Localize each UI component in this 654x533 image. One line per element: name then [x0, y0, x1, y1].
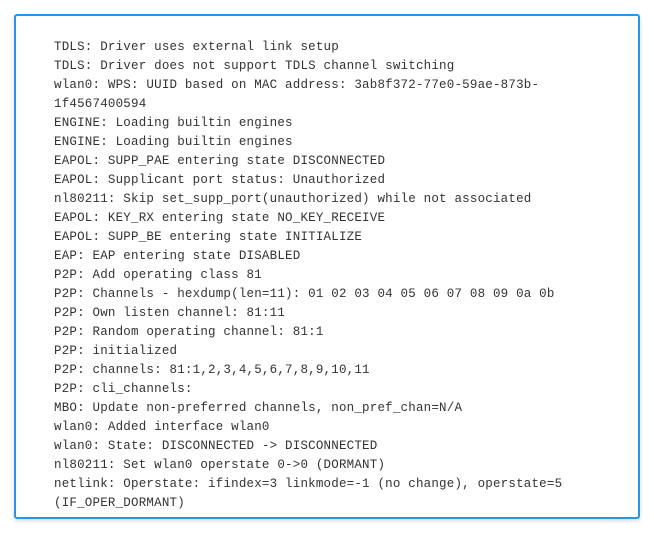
log-line: P2P: initialized — [54, 342, 616, 361]
log-line: MBO: Update non-preferred channels, non_… — [54, 399, 616, 418]
log-line: netlink: Operstate: ifindex=3 linkmode=-… — [54, 475, 616, 513]
log-line: EAPOL: SUPP_BE entering state INITIALIZE — [54, 228, 616, 247]
log-line: EAP: EAP entering state DISABLED — [54, 247, 616, 266]
log-line: wlan0: Added interface wlan0 — [54, 418, 616, 437]
log-line: P2P: Random operating channel: 81:1 — [54, 323, 616, 342]
log-line: ENGINE: Loading builtin engines — [54, 114, 616, 133]
log-line: TDLS: Driver uses external link setup — [54, 38, 616, 57]
log-line: P2P: cli_channels: — [54, 380, 616, 399]
log-line: P2P: Add operating class 81 — [54, 266, 616, 285]
log-line: EAPOL: SUPP_PAE entering state DISCONNEC… — [54, 152, 616, 171]
log-line: EAPOL: KEY_RX entering state NO_KEY_RECE… — [54, 209, 616, 228]
log-line: P2P: channels: 81:1,2,3,4,5,6,7,8,9,10,1… — [54, 361, 616, 380]
log-line: ENGINE: Loading builtin engines — [54, 133, 616, 152]
terminal-output: TDLS: Driver uses external link setup TD… — [14, 14, 640, 519]
log-line: nl80211: Set wlan0 operstate 0->0 (DORMA… — [54, 456, 616, 475]
log-line: P2P: Channels - hexdump(len=11): 01 02 0… — [54, 285, 616, 304]
log-line: TDLS: Driver does not support TDLS chann… — [54, 57, 616, 76]
log-line: wlan0: WPS: UUID based on MAC address: 3… — [54, 76, 616, 114]
log-line: EAPOL: Supplicant port status: Unauthori… — [54, 171, 616, 190]
log-line: nl80211: Skip set_supp_port(unauthorized… — [54, 190, 616, 209]
log-line: wlan0: State: DISCONNECTED -> DISCONNECT… — [54, 437, 616, 456]
log-line: P2P: Own listen channel: 81:11 — [54, 304, 616, 323]
